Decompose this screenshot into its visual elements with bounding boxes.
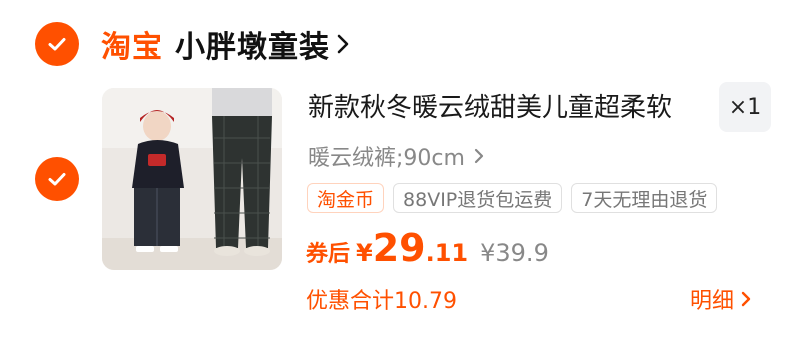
shop-header-link[interactable]: 淘宝 小胖墩童装: [101, 18, 350, 70]
tag-88vip-return-shipping: 88VIP退货包运费: [393, 183, 563, 213]
chevron-right-icon: [336, 33, 350, 55]
product-title[interactable]: 新款秋冬暖云绒甜美儿童超柔软: [308, 88, 672, 128]
sku-selector[interactable]: 暖云绒裤;90cm: [308, 139, 485, 173]
sku-label: 暖云绒裤;90cm: [308, 146, 465, 171]
item-select-checkbox[interactable]: [35, 157, 79, 201]
discount-total: 优惠合计10.79: [306, 289, 457, 314]
shop-select-checkbox[interactable]: [35, 22, 79, 66]
original-price: ¥39.9: [480, 239, 549, 267]
quantity-badge[interactable]: ×1: [719, 82, 771, 132]
tag-taojinbi: 淘金币: [307, 183, 385, 213]
price-decimal: .11: [425, 239, 469, 267]
detail-label: 明细: [690, 289, 735, 314]
chevron-right-icon: [473, 147, 485, 165]
price-detail-button[interactable]: 明细: [690, 282, 752, 316]
price-after-coupon-label: 券后: [306, 242, 351, 267]
check-icon: [48, 173, 66, 186]
taobao-logo: 淘宝: [101, 30, 163, 65]
cart-item-card: 淘宝 小胖墩童装 新款秋冬暖云绒甜美儿童超柔软 ×1 暖云绒裤;90cm 淘金币…: [0, 0, 800, 337]
product-image[interactable]: [102, 88, 282, 270]
price-row: 券后 ¥ 29 .11 ¥39.9: [306, 226, 549, 274]
check-icon: [48, 38, 66, 51]
tag-7day-return: 7天无理由退货: [571, 183, 718, 213]
chevron-right-icon: [740, 290, 752, 308]
service-tags: 淘金币 88VIP退货包运费 7天无理由退货: [307, 183, 718, 213]
shop-name: 小胖墩童装: [175, 30, 330, 65]
price-currency: ¥: [356, 239, 373, 267]
price-integer: 29: [372, 226, 426, 270]
